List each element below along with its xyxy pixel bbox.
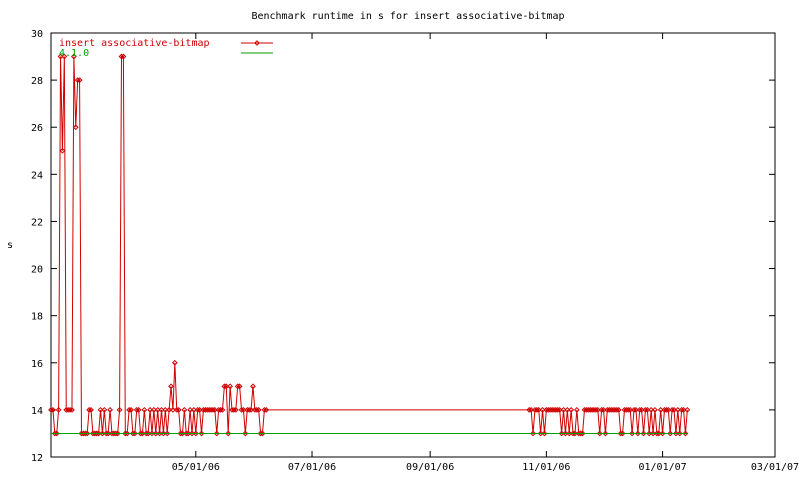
y-tick-label: 12	[31, 453, 43, 464]
x-tick-label: 07/01/06	[288, 462, 336, 473]
y-tick-label: 28	[31, 76, 43, 87]
y-tick-label: 16	[31, 359, 43, 370]
y-tick-label: 26	[31, 123, 43, 134]
x-axis: 05/01/06 07/01/06 09/01/06 11/01/06 01/01/07…	[172, 33, 799, 473]
data-point	[684, 406, 691, 413]
y-tick-label: 14	[31, 406, 43, 417]
y-tick-label: 30	[31, 29, 43, 40]
x-tick-label: 09/01/06	[406, 462, 454, 473]
series-layer	[48, 53, 691, 437]
chart-title: Benchmark runtime in s for insert associ…	[251, 11, 564, 22]
legend: insert associative-bitmap4.1.0	[59, 38, 273, 59]
y-axis-label: s	[7, 240, 13, 251]
x-tick-label: 05/01/06	[172, 462, 220, 473]
y-tick-label: 20	[31, 265, 43, 276]
y-axis: 12 14 16 18 20 22 24 26 28 30	[31, 29, 775, 464]
x-tick-label: 11/01/06	[522, 462, 570, 473]
legend-label: 4.1.0	[59, 48, 89, 59]
series-line-0	[51, 56, 688, 434]
benchmark-chart: Benchmark runtime in s for insert associ…	[7, 11, 799, 473]
x-tick-label: 03/01/07	[751, 462, 799, 473]
y-tick-label: 24	[31, 170, 43, 181]
y-tick-label: 18	[31, 312, 43, 323]
x-tick-label: 01/01/07	[639, 462, 687, 473]
y-tick-label: 22	[31, 217, 43, 228]
plot-frame	[50, 32, 776, 458]
